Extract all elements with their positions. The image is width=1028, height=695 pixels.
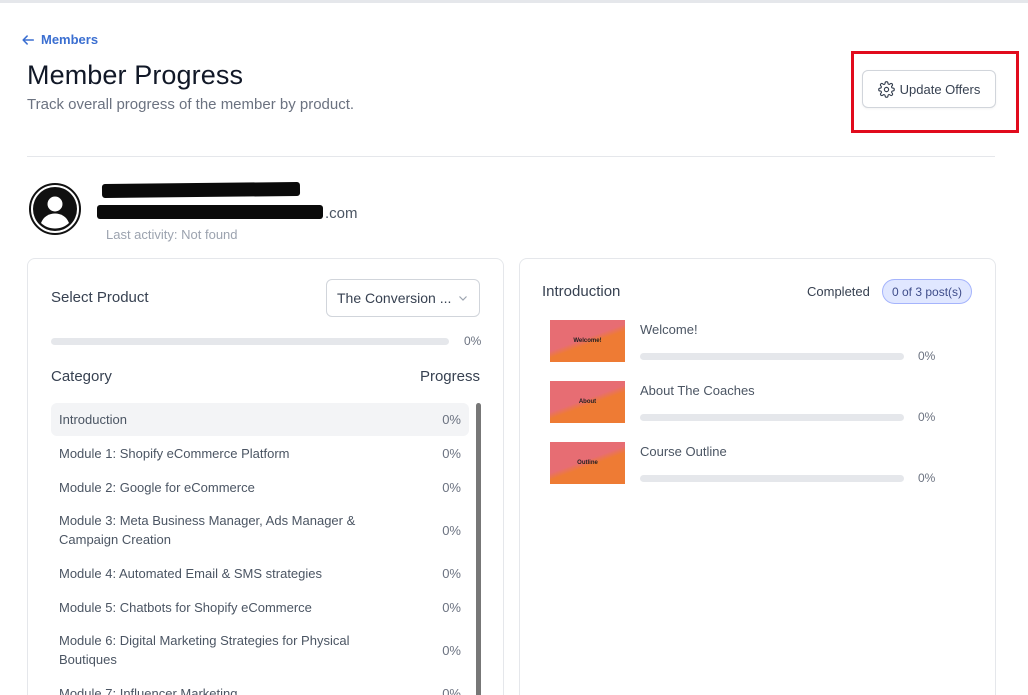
- category-progress: 0%: [442, 412, 461, 427]
- category-label: Module 2: Google for eCommerce: [59, 479, 255, 495]
- product-select[interactable]: The Conversion ...: [326, 279, 480, 317]
- header-divider: [27, 156, 995, 157]
- category-scrollbar[interactable]: [476, 403, 481, 695]
- category-item-module-3[interactable]: Module 3: Meta Business Manager, Ads Man…: [51, 504, 469, 556]
- category-label: Module 7: Influencer Marketing: [59, 685, 238, 695]
- category-item-introduction[interactable]: Introduction 0%: [51, 403, 469, 436]
- category-progress: 0%: [442, 445, 461, 461]
- back-link-label: Members: [41, 32, 99, 47]
- post-item-welcome[interactable]: Welcome! Welcome! 0%: [550, 320, 970, 364]
- category-label: Introduction: [59, 412, 127, 427]
- overall-progress-bar: [51, 338, 449, 345]
- category-list: Introduction 0% Module 1: Shopify eComme…: [51, 403, 469, 695]
- category-progress: 0%: [442, 599, 461, 615]
- completed-count-badge: 0 of 3 post(s): [882, 279, 972, 304]
- chevron-down-icon: [459, 296, 467, 301]
- post-progress-label: 0%: [918, 410, 936, 424]
- category-label: Module 6: Digital Marketing Strategies f…: [59, 633, 350, 667]
- post-progress-bar: [640, 353, 904, 360]
- post-title: Course Outline: [640, 444, 727, 459]
- category-label: Module 1: Shopify eCommerce Platform: [59, 445, 290, 461]
- arrow-left-icon: [22, 34, 35, 45]
- overall-progress-label: 0%: [464, 334, 482, 348]
- category-item-module-5[interactable]: Module 5: Chatbots for Shopify eCommerce…: [51, 590, 469, 624]
- avatar: [29, 183, 81, 235]
- selected-product: The Conversion ...: [337, 290, 451, 306]
- completed-label: Completed: [807, 284, 870, 299]
- post-item-course-outline[interactable]: Outline Course Outline 0%: [550, 442, 970, 486]
- gear-icon: [877, 80, 895, 98]
- post-thumbnail: About: [550, 381, 625, 423]
- redacted-member-name: [101, 181, 301, 199]
- member-email-suffix: .com: [325, 205, 358, 222]
- post-title: Welcome!: [640, 322, 698, 337]
- product-progress-card: Select Product The Conversion ... 0% Cat…: [27, 258, 504, 695]
- category-item-module-4[interactable]: Module 4: Automated Email & SMS strategi…: [51, 556, 469, 590]
- redacted-member-email: [97, 205, 323, 219]
- category-item-module-7[interactable]: Module 7: Influencer Marketing 0%: [51, 676, 469, 695]
- user-icon: [33, 187, 77, 231]
- post-thumbnail: Outline: [550, 442, 625, 484]
- last-activity: Last activity: Not found: [106, 227, 238, 242]
- back-to-members-link[interactable]: Members: [21, 32, 98, 47]
- category-item-module-1[interactable]: Module 1: Shopify eCommerce Platform 0%: [51, 436, 469, 470]
- category-detail-card: Introduction Completed 0 of 3 post(s) We…: [519, 258, 996, 695]
- category-header: Category: [51, 368, 112, 385]
- post-progress-bar: [640, 475, 904, 482]
- post-title: About The Coaches: [640, 383, 755, 398]
- post-progress-label: 0%: [918, 471, 936, 485]
- post-progress-label: 0%: [918, 349, 936, 363]
- category-progress: 0%: [442, 522, 461, 538]
- category-progress: 0%: [442, 479, 461, 495]
- category-item-module-2[interactable]: Module 2: Google for eCommerce 0%: [51, 470, 469, 504]
- update-offers-button[interactable]: Update Offers: [862, 70, 996, 108]
- progress-header: Progress: [419, 368, 480, 385]
- post-item-about-the-coaches[interactable]: About About The Coaches 0%: [550, 381, 970, 425]
- top-border: [0, 0, 1028, 3]
- category-label: Module 4: Automated Email & SMS strategi…: [59, 565, 323, 581]
- category-label: Module 3: Meta Business Manager, Ads Man…: [59, 513, 356, 547]
- page-subtitle: Track overall progress of the member by …: [27, 96, 355, 113]
- category-progress: 0%: [442, 642, 461, 658]
- category-label: Module 5: Chatbots for Shopify eCommerce: [59, 599, 312, 615]
- page-title: Member Progress: [27, 60, 244, 90]
- update-offers-label: Update Offers: [899, 81, 981, 97]
- category-detail-title: Introduction: [542, 283, 621, 300]
- category-item-module-6[interactable]: Module 6: Digital Marketing Strategies f…: [51, 624, 469, 676]
- category-progress: 0%: [442, 565, 461, 581]
- category-progress: 0%: [442, 685, 461, 695]
- post-progress-bar: [640, 414, 904, 421]
- post-thumbnail: Welcome!: [550, 320, 625, 362]
- select-product-label: Select Product: [51, 289, 149, 306]
